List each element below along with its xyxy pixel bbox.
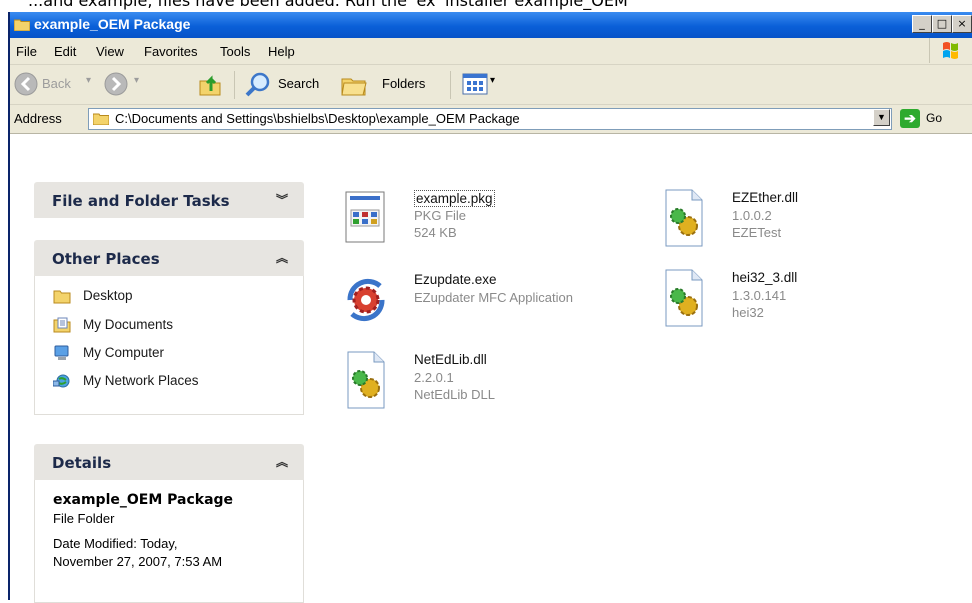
pkg-file-icon <box>345 191 385 243</box>
go-button[interactable]: ➔ Go <box>900 108 960 130</box>
menu-file[interactable]: File <box>16 44 37 59</box>
details-modified-line2: November 27, 2007, 7:53 AM <box>53 554 223 569</box>
details-type: File Folder <box>53 511 115 526</box>
link-label: Desktop <box>83 288 133 303</box>
folder-icon <box>14 19 30 31</box>
file-type: PKG File <box>414 208 467 223</box>
menu-edit[interactable]: Edit <box>54 44 76 59</box>
menu-favorites[interactable]: Favorites <box>144 44 197 59</box>
other-places-header[interactable]: Other Places ︽ <box>34 240 304 276</box>
back-arrow-icon[interactable] <box>14 72 38 96</box>
details-header[interactable]: Details ︽ <box>34 444 304 480</box>
standard-toolbar: Back ▾ ▾ Search Folders ▾ <box>10 65 972 105</box>
window-controls: _ □ × <box>912 15 972 33</box>
other-places-panel: Other Places ︽ Desktop My Documents My C… <box>34 240 304 415</box>
file-name: EZEther.dll <box>732 190 799 205</box>
file-item[interactable]: EZEther.dll 1.0.0.2 EZETest <box>658 188 958 258</box>
address-dropdown-button[interactable]: ▼ <box>873 109 890 126</box>
search-icon[interactable] <box>244 71 272 99</box>
my-documents-icon <box>53 317 71 333</box>
file-name: NetEdLib.dll <box>414 352 487 367</box>
windows-logo <box>929 38 970 63</box>
maximize-button[interactable]: □ <box>932 15 952 33</box>
panel-title: Other Places <box>52 250 160 268</box>
forward-arrow-icon[interactable] <box>104 72 128 96</box>
file-description: EZETest <box>732 225 782 240</box>
file-item[interactable]: hei32_3.dll 1.3.0.141 hei32 <box>658 268 958 338</box>
folders-button[interactable]: Folders <box>382 76 425 91</box>
file-item[interactable]: NetEdLib.dll 2.2.0.1 NetEdLib DLL <box>340 350 640 420</box>
forward-dropdown-icon[interactable]: ▾ <box>134 75 139 86</box>
file-name: Ezupdate.exe <box>414 272 497 287</box>
dll-icon <box>665 189 703 247</box>
collapse-chevron-icon[interactable]: ︽ <box>276 453 288 470</box>
panel-title: Details <box>52 454 112 472</box>
search-button[interactable]: Search <box>278 76 319 91</box>
file-folder-tasks-panel: File and Folder Tasks ︾ <box>34 182 304 218</box>
collapse-chevron-icon[interactable]: ︽ <box>276 249 288 266</box>
file-name: hei32_3.dll <box>732 270 798 285</box>
explorer-window: example_OEM Package _ □ × File Edit View… <box>8 12 972 603</box>
details-name: example_OEM Package <box>53 492 234 508</box>
folder-icon <box>93 113 109 125</box>
panel-title: File and Folder Tasks <box>52 192 230 210</box>
file-description: NetEdLib DLL <box>414 387 495 402</box>
file-item[interactable]: Ezupdate.exe EZupdater MFC Application <box>340 270 640 340</box>
menu-help[interactable]: Help <box>268 44 295 59</box>
my-computer-icon <box>54 345 69 360</box>
link-label: My Computer <box>83 345 165 360</box>
file-version: 1.3.0.141 <box>732 288 787 303</box>
address-label: Address <box>14 111 62 126</box>
task-pane: File and Folder Tasks ︾ Other Places ︽ D… <box>10 134 308 603</box>
address-input[interactable]: C:\Documents and Settings\bshielbs\Deskt… <box>88 108 892 130</box>
network-places-icon <box>53 374 70 388</box>
address-value: C:\Documents and Settings\bshielbs\Deskt… <box>115 111 520 126</box>
back-button-label[interactable]: Back <box>42 76 71 91</box>
close-button[interactable]: × <box>952 15 972 33</box>
file-version: 1.0.0.2 <box>732 208 772 223</box>
dll-icon <box>665 269 703 327</box>
file-size: 524 KB <box>414 225 457 240</box>
title-bar[interactable]: example_OEM Package _ □ × <box>10 12 972 38</box>
up-folder-icon[interactable] <box>198 71 222 97</box>
file-description: EZupdater MFC Application <box>414 290 573 305</box>
file-version: 2.2.0.1 <box>414 370 454 385</box>
folder-icon <box>53 290 71 304</box>
link-label: My Network Places <box>83 373 199 388</box>
file-name: example.pkg <box>414 190 495 207</box>
file-description: hei32 <box>732 305 764 320</box>
window-title: example_OEM Package <box>34 16 191 32</box>
toolbar-separator <box>450 71 451 99</box>
exe-gear-icon <box>347 278 385 322</box>
views-dropdown-icon[interactable]: ▾ <box>490 75 495 86</box>
address-bar: Address C:\Documents and Settings\bshiel… <box>10 105 972 134</box>
details-body: example_OEM Package File Folder Date Mod… <box>34 480 304 603</box>
expand-chevron-icon[interactable]: ︾ <box>276 191 288 208</box>
views-icon[interactable] <box>462 73 488 95</box>
menu-tools[interactable]: Tools <box>220 44 250 59</box>
menu-view[interactable]: View <box>96 44 124 59</box>
link-label: My Documents <box>83 317 174 332</box>
menu-bar: File Edit View Favorites Tools Help <box>10 38 972 65</box>
minimize-button[interactable]: _ <box>912 15 932 33</box>
toolbar-separator <box>234 71 235 99</box>
go-arrow-icon: ➔ <box>900 109 920 128</box>
details-panel: Details ︽ example_OEM Package File Folde… <box>34 444 304 603</box>
windows-flag-icon <box>943 42 958 59</box>
file-item[interactable]: example.pkg PKG File 524 KB <box>340 188 640 258</box>
details-modified-line1: Date Modified: Today, <box>53 536 178 551</box>
background-text: ...and example, files have been added. R… <box>28 0 628 10</box>
back-dropdown-icon[interactable]: ▾ <box>86 75 91 86</box>
other-places-list: Desktop My Documents My Computer My Netw… <box>34 276 304 415</box>
dll-icon <box>347 351 385 409</box>
file-folder-tasks-header[interactable]: File and Folder Tasks ︾ <box>34 182 304 218</box>
folders-icon[interactable] <box>340 71 370 99</box>
file-view: example.pkg PKG File 524 KB EZEther.dll … <box>320 172 970 472</box>
go-label: Go <box>926 111 943 125</box>
